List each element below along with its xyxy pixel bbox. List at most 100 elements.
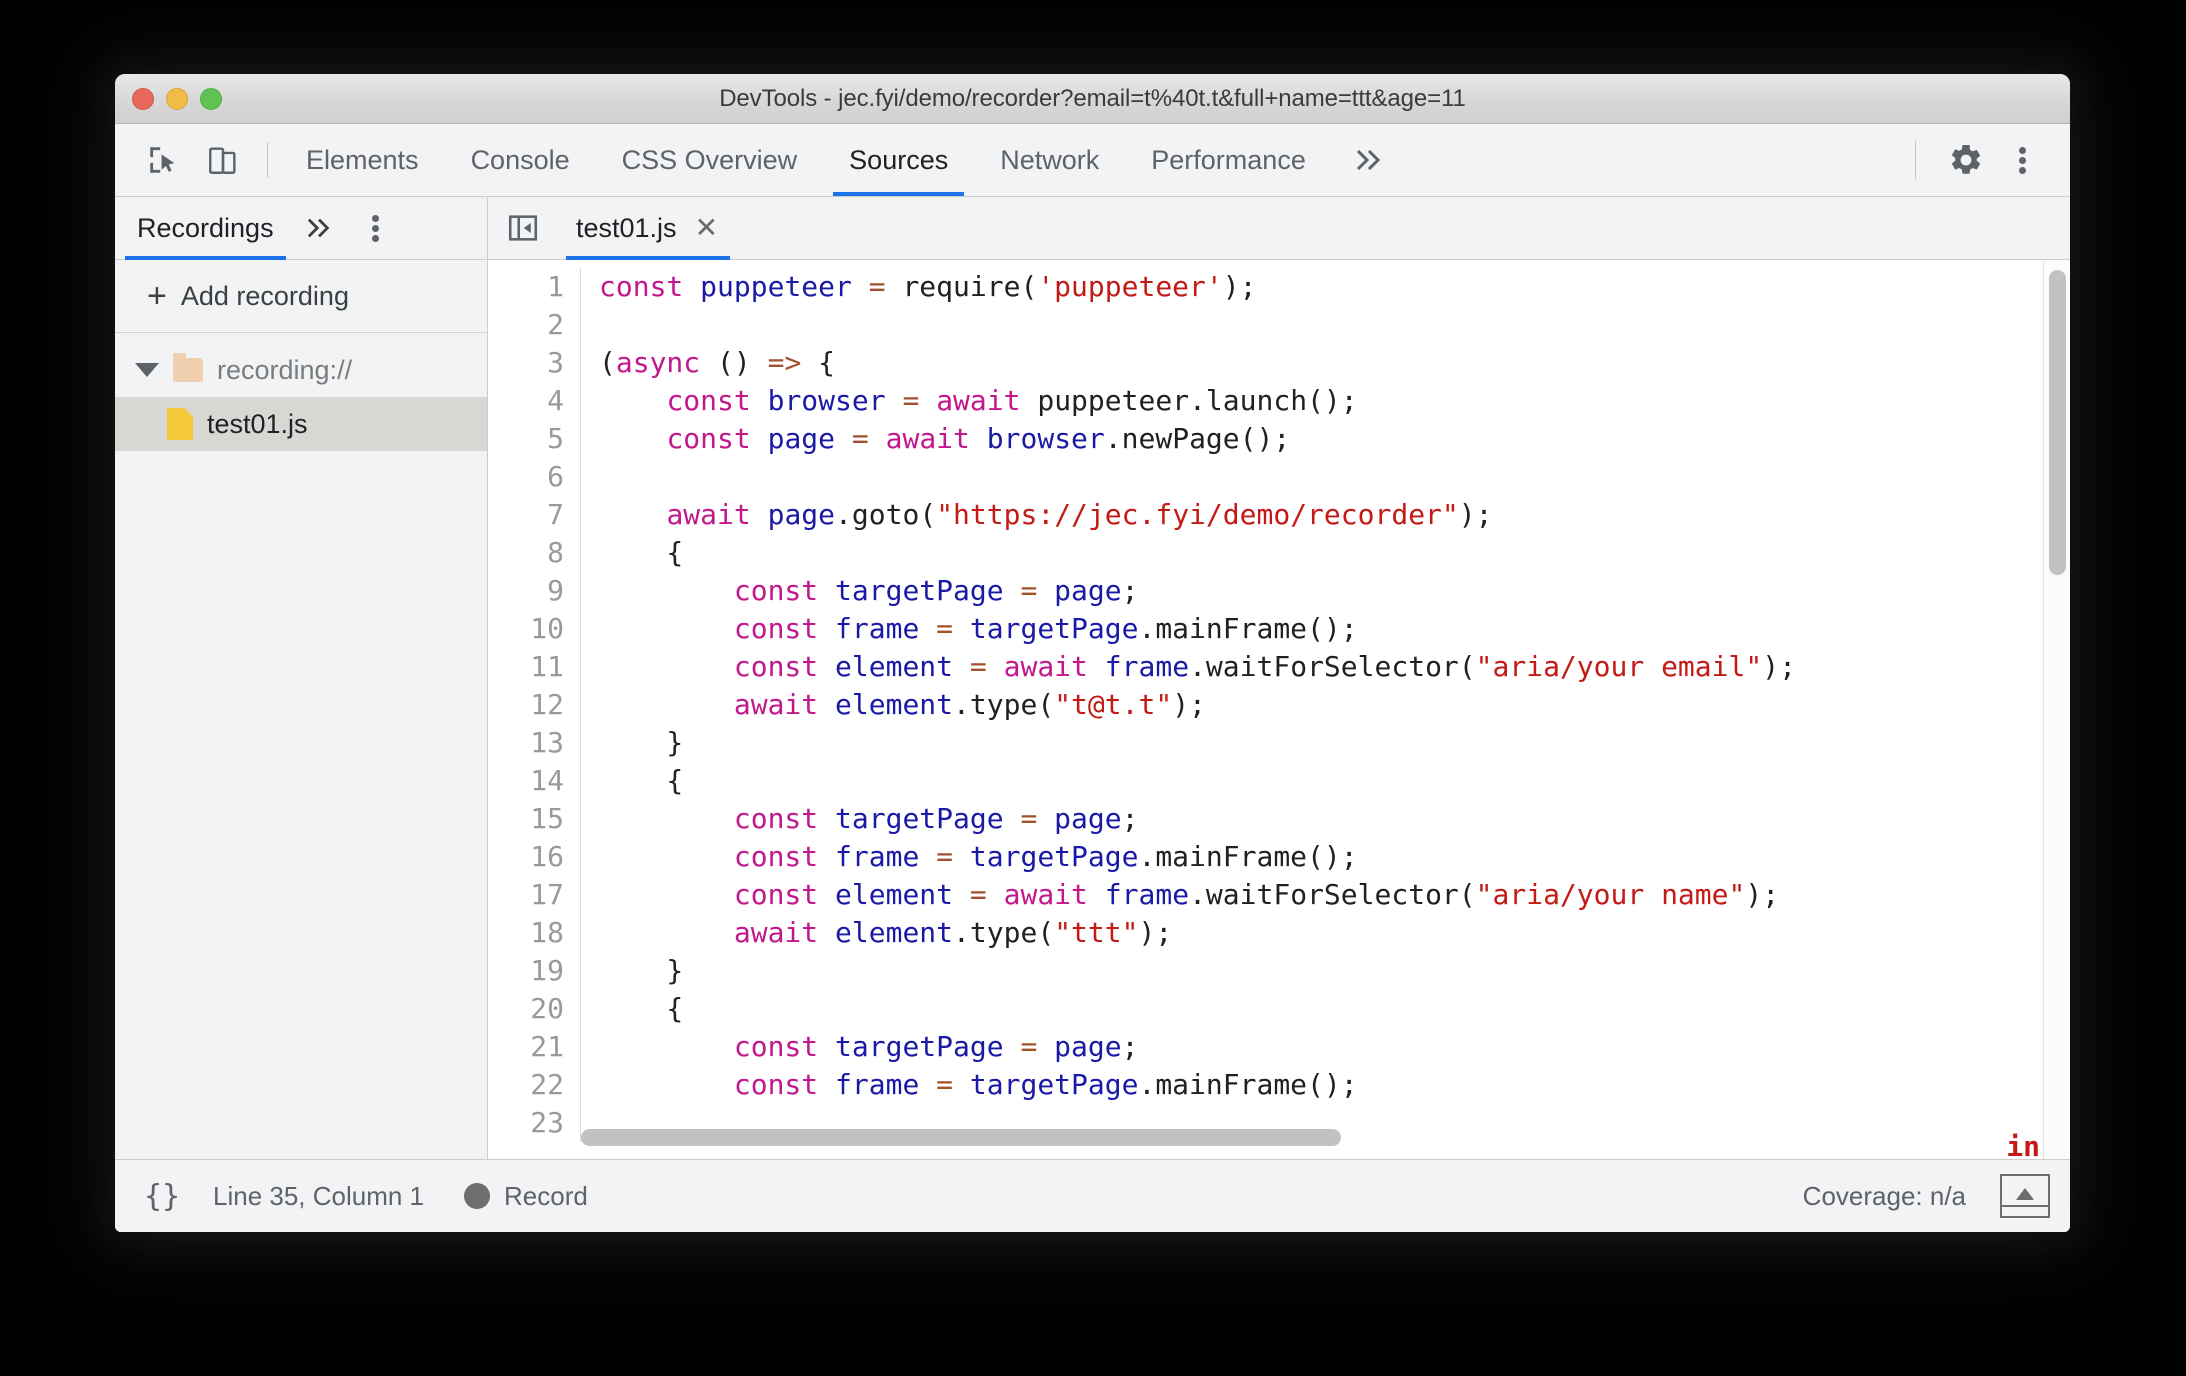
line-number[interactable]: 21 [488,1028,580,1066]
code-line-text[interactable]: { [581,990,2070,1028]
horizontal-scrollbar-thumb[interactable] [581,1129,1342,1146]
code-line-text[interactable]: } [581,724,2070,762]
code-line-text[interactable]: const browser = await puppeteer.launch()… [581,382,2070,420]
line-number[interactable]: 5 [488,420,580,458]
chevron-double-right-icon [307,218,329,238]
code-token: ); [1762,650,1796,683]
devtools-main-toolbar: Elements Console CSS Overview Sources Ne… [115,124,2070,197]
more-tabs-button[interactable] [1332,124,1408,196]
line-number[interactable]: 11 [488,648,580,686]
tab-css-overview[interactable]: CSS Overview [596,124,824,196]
add-recording-button[interactable]: + Add recording [115,260,487,333]
line-number[interactable]: 3 [488,344,580,382]
code-token: { [801,346,836,379]
show-navigator-icon [508,215,538,241]
code-line-text[interactable]: } [581,952,2070,990]
line-number[interactable]: 22 [488,1066,580,1104]
tab-sources[interactable]: Sources [823,124,974,196]
zoom-window-button[interactable] [200,87,222,110]
code-line-text[interactable]: const targetPage = page; [581,800,2070,838]
plus-icon: + [147,277,167,315]
code-lines: 1 const puppeteer = require('puppeteer');… [488,260,2070,1142]
code-line-text[interactable]: { [581,762,2070,800]
device-toolbar-button[interactable] [193,124,253,196]
code-line: 10 const frame = targetPage.mainFrame(); [488,610,2070,648]
code-line-text[interactable]: const frame = targetPage.mainFrame(); [581,1066,2070,1104]
code-token: = [969,878,987,911]
line-number[interactable]: 9 [488,572,580,610]
sidebar-more-options-button[interactable] [348,197,404,259]
chevron-down-icon[interactable] [135,363,159,377]
code-line-text[interactable]: const frame = targetPage.mainFrame(); [581,610,2070,648]
chevron-double-right-icon [1356,149,1380,171]
close-icon[interactable]: ✕ [695,214,718,242]
line-number[interactable]: 13 [488,724,580,762]
line-number[interactable]: 18 [488,914,580,952]
pretty-print-button[interactable]: {} [127,1179,197,1214]
line-number[interactable]: 23 [488,1104,580,1142]
horizontal-scrollbar[interactable] [581,1129,2043,1146]
code-line-text[interactable]: const element = await frame.waitForSelec… [581,876,2070,914]
code-line-text[interactable]: await element.type("ttt"); [581,914,2070,952]
record-button[interactable]: Record [464,1181,588,1212]
code-line-text[interactable]: { [581,534,2070,572]
code-line-text[interactable]: const frame = targetPage.mainFrame(); [581,838,2070,876]
code-line-text[interactable]: const targetPage = page; [581,1028,2070,1066]
settings-button[interactable] [1938,132,1994,188]
sidebar-more-tabs-button[interactable] [292,197,348,259]
line-number[interactable]: 17 [488,876,580,914]
tab-elements[interactable]: Elements [280,124,445,196]
toggle-drawer-button[interactable] [2000,1174,2050,1218]
line-number[interactable]: 4 [488,382,580,420]
tab-console[interactable]: Console [445,124,596,196]
code-token: await [1003,878,1088,911]
line-number[interactable]: 14 [488,762,580,800]
editor-status-bar: {} Line 35, Column 1 Record Coverage: n/… [115,1159,2070,1232]
line-number[interactable]: 7 [488,496,580,534]
code-token: "aria/your email" [1475,650,1763,683]
line-number[interactable]: 2 [488,306,580,344]
tree-item-recording-folder[interactable]: recording:// [115,343,487,397]
code-token: "ttt" [1054,916,1139,949]
editor-tab-test01js[interactable]: test01.js ✕ [558,197,738,260]
line-number[interactable]: 10 [488,610,580,648]
code-line-text[interactable]: (async () => { [581,344,2070,382]
vertical-scrollbar[interactable] [2043,260,2070,1159]
code-line: 18 await element.type("ttt"); [488,914,2070,952]
minimize-window-button[interactable] [166,87,188,110]
line-number[interactable]: 6 [488,458,580,496]
vertical-scrollbar-thumb[interactable] [2049,270,2066,575]
code-token: puppeteer.launch(); [1020,384,1358,417]
line-number[interactable]: 19 [488,952,580,990]
sidebar-tab-recordings[interactable]: Recordings [115,197,292,260]
tab-label: Elements [306,144,419,175]
code-token: const [733,650,819,683]
line-number[interactable]: 20 [488,990,580,1028]
code-editor[interactable]: 1 const puppeteer = require('puppeteer');… [488,260,2070,1159]
code-line-text[interactable]: const targetPage = page; [581,572,2070,610]
code-line-text[interactable]: const page = await browser.newPage(); [581,420,2070,458]
inspect-element-button[interactable] [133,124,193,196]
code-line-text[interactable]: const element = await frame.waitForSelec… [581,648,2070,686]
line-number[interactable]: 16 [488,838,580,876]
tab-network[interactable]: Network [974,124,1125,196]
tree-item-test01js[interactable]: test01.js [115,397,487,451]
line-number[interactable]: 12 [488,686,580,724]
close-window-button[interactable] [132,87,154,110]
code-token: .mainFrame(); [1138,1068,1358,1101]
window-titlebar: DevTools - jec.fyi/demo/recorder?email=t… [115,74,2070,124]
code-line-text[interactable]: await element.type("t@t.t"); [581,686,2070,724]
code-token: page [1054,802,1122,835]
line-number[interactable]: 8 [488,534,580,572]
code-token: .type( [953,688,1055,721]
toggle-navigator-button[interactable] [488,197,558,259]
tab-performance[interactable]: Performance [1125,124,1332,196]
line-number[interactable]: 1 [488,268,580,306]
code-line-text[interactable]: const puppeteer = require('puppeteer'); [581,268,2070,306]
main-menu-button[interactable] [1994,132,2050,188]
code-line-text[interactable]: await page.goto("https://jec.fyi/demo/re… [581,496,2070,534]
line-number[interactable]: 15 [488,800,580,838]
